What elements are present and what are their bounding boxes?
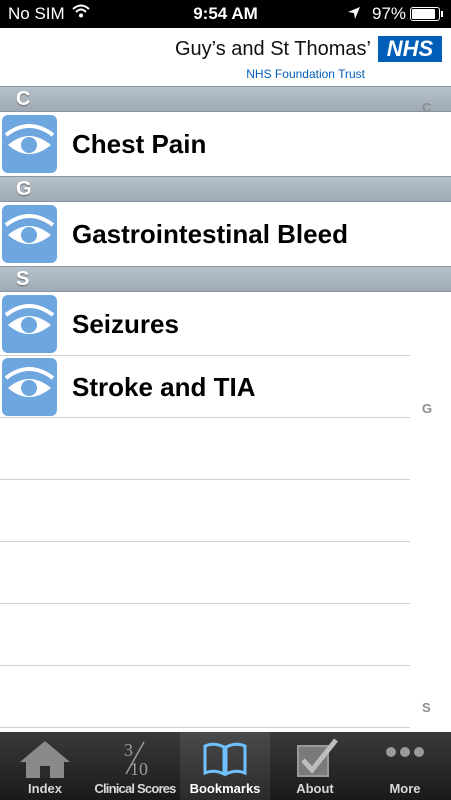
row-divider xyxy=(0,417,410,418)
status-bar: No SIM 9:54 AM 97% xyxy=(0,0,451,28)
score-icon: 3 10 xyxy=(124,740,148,778)
row-divider xyxy=(0,479,410,480)
org-name: Guy’s and St Thomas’ xyxy=(174,38,371,60)
tab-index[interactable]: Index xyxy=(0,732,90,800)
tab-label: About xyxy=(296,781,334,796)
row-divider xyxy=(0,727,410,728)
section-header-s: S xyxy=(0,266,451,292)
list-item-chest-pain[interactable]: Chest Pain xyxy=(0,113,451,175)
row-divider xyxy=(0,603,410,604)
tab-more[interactable]: More xyxy=(360,732,450,800)
battery-icon xyxy=(410,7,443,21)
tab-clinical-scores[interactable]: 3 10 Clinical Scores xyxy=(90,732,180,800)
index-letter-s[interactable]: S xyxy=(422,700,431,715)
list-item-stroke-and-tia[interactable]: Stroke and TIA xyxy=(0,356,451,418)
item-label: Seizures xyxy=(72,309,179,339)
checkbox-icon xyxy=(297,738,338,777)
list-item-seizures[interactable]: Seizures xyxy=(0,293,451,355)
item-label: Gastrointestinal Bleed xyxy=(72,219,348,249)
eye-icon xyxy=(2,115,57,173)
row-divider xyxy=(0,665,410,666)
more-icon xyxy=(386,747,424,757)
list-item-gastrointestinal-bleed[interactable]: Gastrointestinal Bleed xyxy=(0,203,451,265)
tab-about[interactable]: About xyxy=(270,732,360,800)
index-letter-c[interactable]: C xyxy=(422,100,431,115)
tab-bar: Index 3 10 Clinical Scores Bookmarks Abo… xyxy=(0,732,451,800)
tab-label: Clinical Scores xyxy=(94,781,176,796)
location-arrow-icon xyxy=(347,5,361,25)
battery-percent: 97% xyxy=(372,4,407,23)
eye-icon xyxy=(2,358,57,416)
eye-icon xyxy=(2,205,57,263)
book-icon xyxy=(203,742,247,777)
item-label: Chest Pain xyxy=(72,129,207,159)
eye-icon xyxy=(2,295,57,353)
nhs-logo: NHS xyxy=(378,36,442,62)
trust-name: NHS Foundation Trust xyxy=(246,67,365,81)
index-letter-g[interactable]: G xyxy=(422,401,432,416)
tab-bookmarks[interactable]: Bookmarks xyxy=(180,732,270,800)
svg-text:3: 3 xyxy=(124,740,133,760)
section-header-g: G xyxy=(0,176,451,202)
tab-label: More xyxy=(389,781,421,796)
section-header-c: C xyxy=(0,86,451,112)
app-header: Guy’s and St Thomas’ NHS Foundation Trus… xyxy=(0,28,451,86)
home-icon xyxy=(20,741,70,778)
tab-label: Bookmarks xyxy=(189,781,261,796)
tab-label: Index xyxy=(28,781,62,796)
row-divider xyxy=(0,541,410,542)
bookmarks-list[interactable]: C Chest Pain G Gastrointestinal Bleed S … xyxy=(0,86,451,732)
item-label: Stroke and TIA xyxy=(72,372,256,402)
svg-text:10: 10 xyxy=(130,759,148,778)
